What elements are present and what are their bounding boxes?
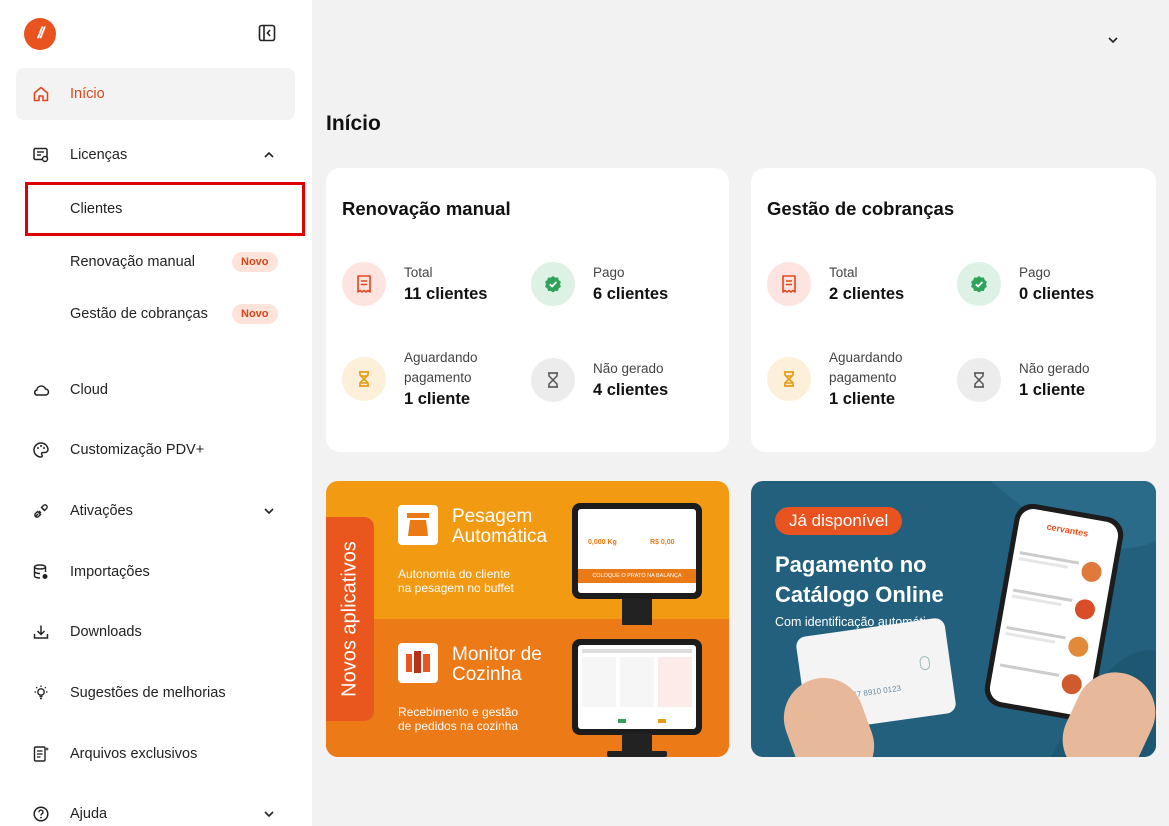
- sidebar-item-inicio[interactable]: Início: [16, 68, 295, 120]
- stat-total: Total 11 clientes: [342, 262, 487, 306]
- sidebar-item-downloads[interactable]: Downloads: [16, 606, 295, 658]
- banner-title-line2: Catálogo Online: [775, 582, 944, 607]
- chevron-down-icon: [264, 508, 274, 515]
- sidebar-item-label: Licenças: [70, 147, 128, 163]
- novos-aplicativos-banner[interactable]: Novos aplicativos Pesagem Automática Aut…: [326, 481, 729, 757]
- receipt-icon: [342, 262, 386, 306]
- check-badge-icon: [531, 262, 575, 306]
- sidebar-item-sugestoes[interactable]: Sugestões de melhorias: [16, 667, 295, 719]
- hourglass-empty-icon: [957, 358, 1001, 402]
- cloud-icon: [32, 381, 50, 399]
- tablet-foot: [607, 751, 667, 757]
- sidebar-item-customizacao[interactable]: Customização PDV+: [16, 424, 295, 476]
- sidebar-subitem-renovacao-manual[interactable]: Renovação manual: [70, 252, 195, 272]
- available-pill: Já disponível: [775, 507, 903, 535]
- stat-total: Total 2 clientes: [767, 262, 904, 306]
- brand-logo[interactable]: //: [24, 18, 56, 50]
- license-icon: [32, 146, 50, 164]
- app2-subtitle-line2: de pedidos na cozinha: [398, 719, 519, 733]
- chevron-down-icon: [264, 811, 274, 818]
- help-icon: [32, 805, 50, 823]
- hourglass-empty-icon: [531, 358, 575, 402]
- lightbulb-icon: [32, 684, 50, 702]
- new-badge: Novo: [232, 304, 278, 324]
- page-title: Início: [326, 112, 381, 135]
- stat-nao-gerado: Não gerado 4 clientes: [531, 358, 668, 402]
- tablet-stand: [622, 599, 652, 625]
- sidebar-item-label: Customização PDV+: [70, 442, 205, 458]
- app2-title-line1: Monitor de: [452, 644, 542, 665]
- sidebar-item-importacoes[interactable]: Importações: [16, 546, 295, 598]
- card-title: Renovação manual: [342, 198, 511, 219]
- tablet-scale-image: 0,000 Kg R$ 0,00 COLOQUE O PRATO NA BALA…: [572, 503, 702, 599]
- app1-subtitle-line1: Autonomia do cliente: [398, 567, 511, 581]
- vertical-tab-label: Novos aplicativos: [338, 541, 361, 697]
- sidebar-item-label: Ajuda: [70, 806, 108, 822]
- sidebar-item-label: Downloads: [70, 624, 142, 640]
- banner-title-line1: Pagamento no: [775, 552, 927, 577]
- chevron-up-icon: [264, 151, 274, 158]
- sidebar-item-label: Início: [70, 86, 105, 102]
- account-menu-chevron-icon[interactable]: [1106, 33, 1120, 47]
- kitchen-monitor-icon: [398, 643, 438, 683]
- sidebar-item-licencas[interactable]: Licenças: [16, 129, 295, 181]
- stat-pago: Pago 6 clientes: [531, 262, 668, 306]
- app2-subtitle-line1: Recebimento e gestão: [398, 705, 519, 719]
- sidebar-item-ativacoes[interactable]: Ativações: [16, 485, 295, 537]
- stat-aguardando: Aguardando pagamento 1 cliente: [767, 348, 903, 410]
- check-badge-icon: [957, 262, 1001, 306]
- hourglass-icon: [767, 357, 811, 401]
- sidebar-item-label: Sugestões de melhorias: [70, 685, 226, 701]
- pagamento-catalogo-banner[interactable]: Já disponível Pagamento no Catálogo Onli…: [751, 481, 1156, 757]
- sidebar-item-label: Importações: [70, 564, 150, 580]
- selection-highlight: [25, 182, 305, 236]
- exclusive-file-icon: [32, 745, 50, 763]
- tablet-kitchen-image: [572, 639, 702, 735]
- palette-icon: [32, 441, 50, 459]
- stat-nao-gerado: Não gerado 1 cliente: [957, 358, 1090, 402]
- new-badge: Novo: [232, 252, 278, 272]
- hourglass-icon: [342, 357, 386, 401]
- stat-aguardando: Aguardando pagamento 1 cliente: [342, 348, 478, 410]
- sidebar-item-cloud[interactable]: Cloud: [16, 364, 295, 416]
- app1-subtitle-line2: na pesagem no buffet: [398, 581, 514, 595]
- app1-title-line2: Automática: [452, 526, 548, 547]
- sidebar: // Início Licenças Clientes Renovação ma…: [0, 0, 312, 826]
- card-title: Gestão de cobranças: [767, 198, 955, 219]
- home-icon: [32, 85, 50, 103]
- app2-title-line2: Cozinha: [452, 664, 522, 685]
- scale-icon: [398, 505, 438, 545]
- sidebar-item-label: Arquivos exclusivos: [70, 746, 198, 762]
- sidebar-item-label: Ativações: [70, 503, 133, 519]
- collapse-sidebar-icon[interactable]: [258, 24, 276, 42]
- stat-pago: Pago 0 clientes: [957, 262, 1094, 306]
- database-import-icon: [32, 563, 50, 581]
- plug-icon: [32, 502, 50, 520]
- receipt-icon: [767, 262, 811, 306]
- renovacao-manual-card[interactable]: Renovação manual Total 11 clientes Pago …: [326, 168, 729, 452]
- sidebar-item-label: Cloud: [70, 382, 108, 398]
- sidebar-subitem-gestao-cobrancas[interactable]: Gestão de cobranças: [70, 304, 208, 324]
- sidebar-item-arquivos-exclusivos[interactable]: Arquivos exclusivos: [16, 728, 295, 780]
- download-icon: [32, 623, 50, 641]
- gestao-cobrancas-card[interactable]: Gestão de cobranças Total 2 clientes Pag…: [751, 168, 1156, 452]
- sidebar-item-ajuda[interactable]: Ajuda: [16, 788, 295, 826]
- app1-title-line1: Pesagem: [452, 506, 533, 527]
